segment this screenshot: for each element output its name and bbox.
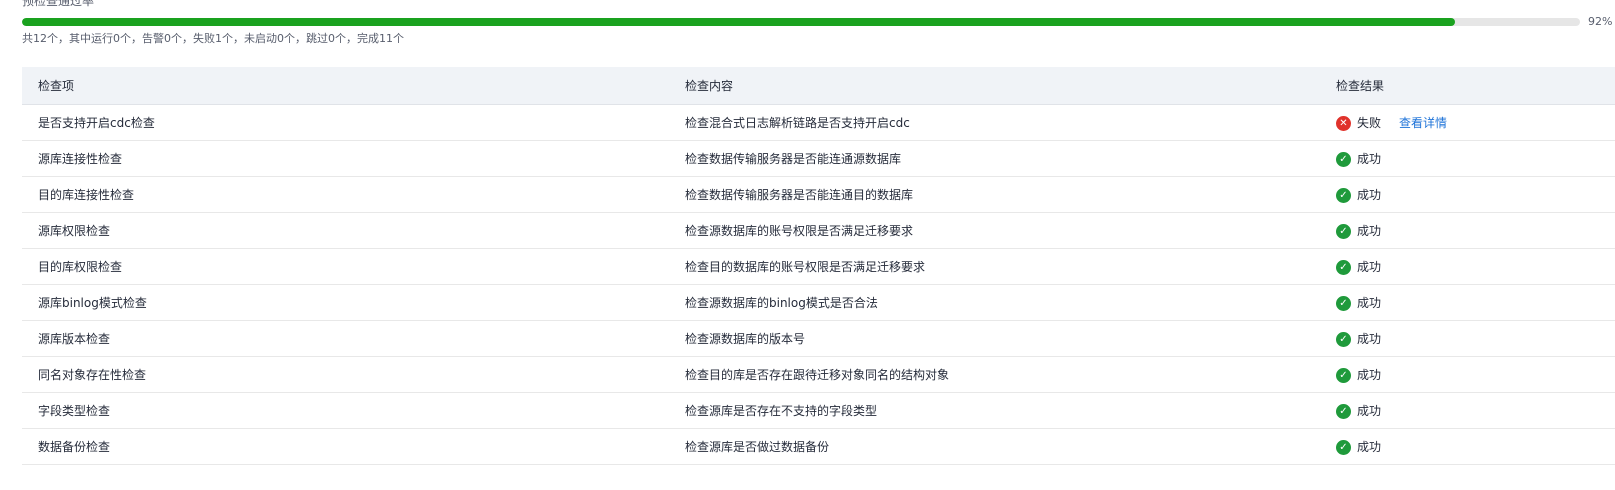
status-text: 失败 <box>1357 116 1382 130</box>
error-icon: ✕ <box>1336 115 1351 131</box>
status-text: 成功 <box>1357 296 1382 310</box>
status-badge: ✓ 成功 <box>1336 141 1381 177</box>
status-text: 成功 <box>1357 332 1382 346</box>
check-result: ✓ 成功 <box>1336 249 1381 285</box>
check-item: 源库版本检查 <box>38 332 111 346</box>
table-row: 源库binlog模式检查 检查源数据库的binlog模式是否合法 ✓ 成功 <box>22 285 1615 321</box>
table-row: 目的库权限检查 检查目的数据库的账号权限是否满足迁移要求 ✓ 成功 <box>22 249 1615 285</box>
pass-rate-progress-fill <box>22 18 1456 26</box>
check-item: 字段类型检查 <box>38 404 111 418</box>
precheck-summary: 共12个，其中运行0个，告警0个，失败1个，未启动0个，跳过0个，完成11个 <box>22 32 404 45</box>
column-header-check-item: 检查项 <box>38 79 75 93</box>
status-badge: ✓ 成功 <box>1336 285 1381 321</box>
status-badge: ✓ 成功 <box>1336 213 1381 249</box>
check-circle-icon: ✓ <box>1336 223 1351 239</box>
table-row: 字段类型检查 检查源库是否存在不支持的字段类型 ✓ 成功 <box>22 393 1615 429</box>
check-item: 源库权限检查 <box>38 224 111 238</box>
pass-rate-progress-bar <box>22 18 1580 26</box>
check-result: ✓ 成功 <box>1336 321 1381 357</box>
check-circle-icon: ✓ <box>1336 259 1351 275</box>
table-row: 目的库连接性检查 检查数据传输服务器是否能连通目的数据库 ✓ 成功 <box>22 177 1615 213</box>
check-result: ✕ 失败 查看详情 <box>1336 105 1447 141</box>
pass-rate-percent: 92% <box>1588 15 1613 28</box>
check-content: 检查源库是否做过数据备份 <box>685 440 830 454</box>
status-text: 成功 <box>1357 152 1382 166</box>
table-row: 源库版本检查 检查源数据库的版本号 ✓ 成功 <box>22 321 1615 357</box>
check-result: ✓ 成功 <box>1336 357 1381 393</box>
column-header-check-result: 检查结果 <box>1336 79 1385 93</box>
status-badge: ✕ 失败 <box>1336 105 1381 141</box>
check-circle-icon: ✓ <box>1336 367 1351 383</box>
check-circle-icon: ✓ <box>1336 151 1351 167</box>
check-content: 检查混合式日志解析链路是否支持开启cdc <box>685 116 910 130</box>
status-badge: ✓ 成功 <box>1336 249 1381 285</box>
table-row: 是否支持开启cdc检查 检查混合式日志解析链路是否支持开启cdc ✕ 失败 查看详情 <box>22 105 1615 141</box>
check-item: 源库binlog模式检查 <box>38 296 147 310</box>
status-badge: ✓ 成功 <box>1336 393 1381 429</box>
status-text: 成功 <box>1357 440 1382 454</box>
check-item: 数据备份检查 <box>38 440 111 454</box>
check-content: 检查源库是否存在不支持的字段类型 <box>685 404 878 418</box>
view-details-link[interactable]: 查看详情 <box>1399 116 1447 130</box>
status-badge: ✓ 成功 <box>1336 357 1381 393</box>
table-row: 源库连接性检查 检查数据传输服务器是否能连通源数据库 ✓ 成功 <box>22 141 1615 177</box>
check-result: ✓ 成功 <box>1336 213 1381 249</box>
check-content: 检查源数据库的版本号 <box>685 332 806 346</box>
check-circle-icon: ✓ <box>1336 439 1351 455</box>
check-content: 检查源数据库的binlog模式是否合法 <box>685 296 878 310</box>
check-content: 检查目的库是否存在跟待迁移对象同名的结构对象 <box>685 368 950 382</box>
status-text: 成功 <box>1357 260 1382 274</box>
check-circle-icon: ✓ <box>1336 403 1351 419</box>
check-item: 目的库连接性检查 <box>38 188 135 202</box>
check-content: 检查源数据库的账号权限是否满足迁移要求 <box>685 224 914 238</box>
status-text: 成功 <box>1357 404 1382 418</box>
precheck-table: 检查项 检查内容 检查结果 是否支持开启cdc检查 检查混合式日志解析链路是否支持… <box>22 67 1615 465</box>
check-content: 检查目的数据库的账号权限是否满足迁移要求 <box>685 260 926 274</box>
status-badge: ✓ 成功 <box>1336 321 1381 357</box>
status-badge: ✓ 成功 <box>1336 429 1381 465</box>
status-badge: ✓ 成功 <box>1336 177 1381 213</box>
check-item: 是否支持开启cdc检查 <box>38 116 155 130</box>
table-row: 数据备份检查 检查源库是否做过数据备份 ✓ 成功 <box>22 429 1615 465</box>
status-text: 成功 <box>1357 224 1382 238</box>
check-item: 目的库权限检查 <box>38 260 123 274</box>
check-result: ✓ 成功 <box>1336 141 1381 177</box>
check-result: ✓ 成功 <box>1336 429 1381 465</box>
status-text: 成功 <box>1357 368 1382 382</box>
precheck-panel: 预检查通过率 92% 共12个，其中运行0个，告警0个，失败1个，未启动0个，跳… <box>0 0 1615 490</box>
check-circle-icon: ✓ <box>1336 295 1351 311</box>
check-result: ✓ 成功 <box>1336 285 1381 321</box>
table-row: 源库权限检查 检查源数据库的账号权限是否满足迁移要求 ✓ 成功 <box>22 213 1615 249</box>
table-header: 检查项 检查内容 检查结果 <box>22 67 1615 105</box>
table-body: 是否支持开启cdc检查 检查混合式日志解析链路是否支持开启cdc ✕ 失败 查看详情源库… <box>22 105 1615 465</box>
precheck-title: 预检查通过率 <box>22 0 95 8</box>
check-circle-icon: ✓ <box>1336 331 1351 347</box>
check-content: 检查数据传输服务器是否能连通源数据库 <box>685 152 902 166</box>
column-header-check-content: 检查内容 <box>685 79 734 93</box>
check-result: ✓ 成功 <box>1336 393 1381 429</box>
status-text: 成功 <box>1357 188 1382 202</box>
check-item: 源库连接性检查 <box>38 152 123 166</box>
check-item: 同名对象存在性检查 <box>38 368 147 382</box>
table-row: 同名对象存在性检查 检查目的库是否存在跟待迁移对象同名的结构对象 ✓ 成功 <box>22 357 1615 393</box>
check-result: ✓ 成功 <box>1336 177 1381 213</box>
check-content: 检查数据传输服务器是否能连通目的数据库 <box>685 188 914 202</box>
check-circle-icon: ✓ <box>1336 187 1351 203</box>
